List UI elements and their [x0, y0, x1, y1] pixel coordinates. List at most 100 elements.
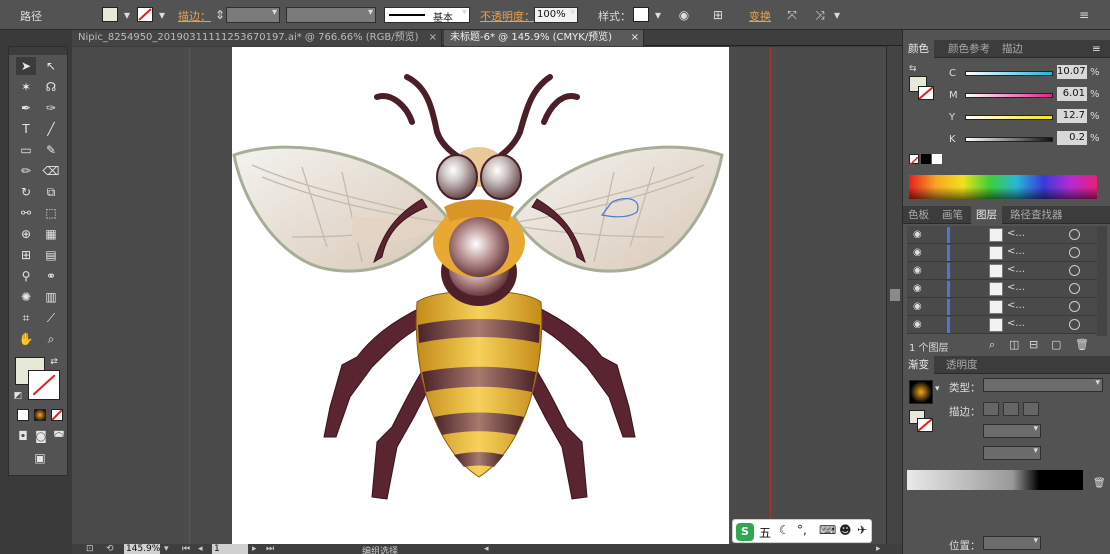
layers-scrollbar[interactable] [1097, 226, 1107, 336]
column-graph-tool-icon[interactable]: ▥ [41, 288, 61, 306]
black-slider[interactable] [965, 137, 1053, 142]
recolor-artwork-icon[interactable]: ◉ [676, 7, 692, 23]
graphic-style-swatch[interactable] [633, 7, 649, 22]
color-panel-menu-icon[interactable]: ≡ [1087, 40, 1106, 58]
yellow-value[interactable]: 12.7 [1057, 109, 1087, 123]
curvature-tool-icon[interactable]: ✑ [41, 99, 61, 117]
scroll-thumb[interactable] [890, 289, 900, 301]
gradient-tool-icon[interactable]: ▤ [41, 246, 61, 264]
artboard[interactable] [232, 47, 729, 544]
white-color-chip[interactable] [932, 154, 942, 164]
tab-nipic-document[interactable]: Nipic_8254950_20190311111253670197.ai* @… [72, 30, 442, 46]
gradient-location-field[interactable] [983, 536, 1041, 550]
close-icon[interactable]: × [429, 30, 437, 46]
gradient-mode-icon[interactable] [34, 409, 46, 421]
stroke-within-icon[interactable] [983, 402, 999, 416]
align-options-icon[interactable]: ⊞ [710, 7, 726, 23]
next-artboard-icon[interactable]: ▸ [252, 544, 257, 554]
gradient-slider-bar[interactable] [907, 470, 1083, 490]
eye-icon[interactable]: ◉ [913, 247, 922, 258]
magic-wand-tool-icon[interactable]: ✶ [16, 78, 36, 96]
target-icon[interactable] [1069, 229, 1080, 240]
isolate-icon[interactable]: ⤨ [812, 7, 828, 23]
rotate-tool-icon[interactable]: ↻ [16, 183, 36, 201]
color-spectrum[interactable] [909, 175, 1097, 199]
none-color-chip[interactable] [909, 154, 919, 166]
tools-panel-header[interactable] [9, 47, 67, 55]
zoom-tool-icon[interactable]: ⌕ [41, 330, 61, 348]
target-icon[interactable] [1069, 301, 1080, 312]
shape-builder-tool-icon[interactable]: ⊕ [16, 225, 36, 243]
screen-mode-icon[interactable]: ▣ [29, 449, 51, 467]
tab-stroke[interactable]: 描边 [997, 40, 1028, 58]
fill-swatch[interactable] [102, 7, 118, 22]
tab-transparency[interactable]: 透明度 [941, 356, 983, 374]
color-mode-icon[interactable] [17, 409, 29, 421]
lasso-tool-icon[interactable]: ☊ [41, 78, 61, 96]
free-transform-tool-icon[interactable]: ⬚ [41, 204, 61, 222]
clipping-mask-icon[interactable]: ◫ [1009, 338, 1019, 351]
user-icon[interactable]: ☻ [839, 523, 852, 537]
tab-color-guide[interactable]: 颜色参考 [943, 40, 995, 58]
panel-menu-icon[interactable]: ▾ [829, 7, 845, 23]
new-layer-icon[interactable]: ▢ [1051, 338, 1061, 351]
stroke-weight-label[interactable]: 描边： [178, 8, 211, 24]
scale-tool-icon[interactable]: ⧉ [41, 183, 61, 201]
gradient-dropdown-icon[interactable]: ▾ [935, 384, 940, 394]
type-tool-icon[interactable]: T [16, 120, 36, 138]
direct-selection-tool-icon[interactable]: ↖ [41, 57, 61, 75]
slice-tool-icon[interactable]: ⟋ [41, 309, 61, 327]
pen-tool-icon[interactable]: ✒ [16, 99, 36, 117]
stroke-along-icon[interactable] [1003, 402, 1019, 416]
tab-color[interactable]: 颜色 [903, 40, 934, 58]
none-mode-icon[interactable] [51, 409, 63, 421]
blend-tool-icon[interactable]: ⚭ [41, 267, 61, 285]
target-icon[interactable] [1069, 247, 1080, 258]
draw-behind-icon[interactable]: ◙ [33, 427, 49, 445]
default-colors-icon[interactable]: ◩ [11, 387, 25, 405]
cyan-value[interactable]: 10.07 [1057, 65, 1087, 79]
stroke-across-icon[interactable] [1023, 402, 1039, 416]
eye-icon[interactable]: ◉ [913, 319, 922, 330]
style-dropdown-icon[interactable]: ▾ [650, 7, 666, 23]
skin-icon[interactable]: ✈ [857, 523, 867, 537]
artboard-number-field[interactable]: 1 [212, 544, 248, 554]
tab-pathfinder[interactable]: 路径查找器 [1005, 206, 1068, 224]
punctuation-icon[interactable]: °, [797, 523, 807, 537]
draw-normal-icon[interactable]: ◘ [15, 427, 31, 445]
line-tool-icon[interactable]: ╱ [41, 120, 61, 138]
control-menu-icon[interactable]: ≡ [1076, 7, 1092, 23]
target-icon[interactable] [1069, 283, 1080, 294]
black-color-chip[interactable] [921, 154, 931, 164]
opacity-field[interactable]: 100% [534, 7, 578, 23]
pencil-tool-icon[interactable]: ✏ [16, 162, 36, 180]
bee-illustration[interactable] [232, 47, 729, 544]
magenta-value[interactable]: 6.01 [1057, 87, 1087, 101]
color-swap-icon[interactable]: ⇆ [909, 64, 917, 74]
stroke-swatch[interactable] [137, 7, 153, 22]
magenta-slider[interactable] [965, 93, 1053, 98]
eyedropper-tool-icon[interactable]: ⚲ [16, 267, 36, 285]
width-tool-icon[interactable]: ⚯ [16, 204, 36, 222]
gradient-preview[interactable] [909, 380, 933, 404]
eye-icon[interactable]: ◉ [913, 301, 922, 312]
prev-artboard-icon[interactable]: ◂ [198, 544, 203, 554]
color-stroke-preview[interactable] [918, 86, 934, 100]
yellow-slider[interactable] [965, 115, 1053, 120]
brush-profile-dropdown[interactable]: 基本 [384, 7, 470, 24]
delete-layer-icon[interactable]: 🗑 [1075, 338, 1089, 351]
target-icon[interactable] [1069, 265, 1080, 276]
moon-icon[interactable]: ☾ [779, 523, 790, 537]
layer-row[interactable]: ◉ <... [907, 244, 1097, 262]
swap-fill-stroke-icon[interactable]: ⇄ [47, 353, 61, 371]
opacity-label[interactable]: 不透明度： [480, 8, 535, 24]
first-artboard-icon[interactable]: ⏮ [182, 544, 190, 554]
layer-row[interactable]: ◉ <... [907, 280, 1097, 298]
tab-swatches[interactable]: 色板 [903, 206, 934, 224]
cyan-slider[interactable] [965, 71, 1053, 76]
layer-row[interactable]: ◉ <... [907, 262, 1097, 280]
sogou-logo-icon[interactable]: S [736, 523, 754, 541]
stroke-dropdown-icon[interactable]: ▾ [154, 7, 170, 23]
last-artboard-icon[interactable]: ⏭ [266, 544, 274, 554]
gradient-type-dropdown[interactable] [983, 378, 1103, 392]
